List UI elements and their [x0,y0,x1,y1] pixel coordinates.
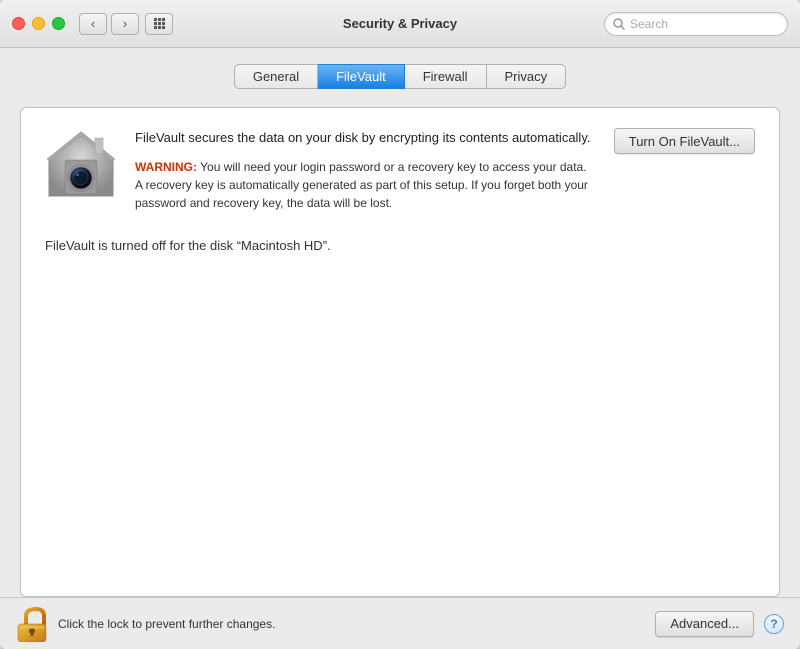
back-button[interactable]: ‹ [79,13,107,35]
grid-icon [154,18,165,29]
search-icon [613,18,625,30]
filevault-description: FileVault secures the data on your disk … [135,128,596,148]
close-button[interactable] [12,17,25,30]
warning-text: WARNING: You will need your login passwo… [135,158,596,212]
filevault-status: FileVault is turned off for the disk “Ma… [45,238,755,253]
tab-general[interactable]: General [234,64,318,89]
search-input[interactable] [630,17,779,31]
advanced-button[interactable]: Advanced... [655,611,754,637]
tab-firewall[interactable]: Firewall [405,64,487,89]
panel-text-area: FileVault secures the data on your disk … [135,128,596,212]
warning-label: WARNING: [135,160,197,174]
main-panel: FileVault secures the data on your disk … [20,107,780,597]
tab-privacy[interactable]: Privacy [487,64,567,89]
panel-top: FileVault secures the data on your disk … [45,128,755,212]
lock-icon[interactable] [16,606,48,642]
window: ‹ › Security & Privacy General FileVault… [0,0,800,649]
grid-button[interactable] [145,13,173,35]
tabs: General FileVault Firewall Privacy [20,64,780,89]
bottom-bar: Click the lock to prevent further change… [0,597,800,649]
forward-button[interactable]: › [111,13,139,35]
search-bar[interactable] [604,12,788,36]
content: General FileVault Firewall Privacy [0,48,800,597]
window-title: Security & Privacy [343,16,457,31]
lock-text: Click the lock to prevent further change… [58,617,275,631]
maximize-button[interactable] [52,17,65,30]
nav-buttons: ‹ › [79,13,139,35]
traffic-lights [12,17,65,30]
turn-on-filevault-button[interactable]: Turn On FileVault... [614,128,755,154]
lock-area: Click the lock to prevent further change… [16,606,275,642]
titlebar: ‹ › Security & Privacy [0,0,800,48]
tab-filevault[interactable]: FileVault [318,64,405,89]
bottom-right: Advanced... ? [655,611,784,637]
filevault-icon [45,128,117,200]
minimize-button[interactable] [32,17,45,30]
warning-body: You will need your login password or a r… [135,160,588,210]
help-button[interactable]: ? [764,614,784,634]
